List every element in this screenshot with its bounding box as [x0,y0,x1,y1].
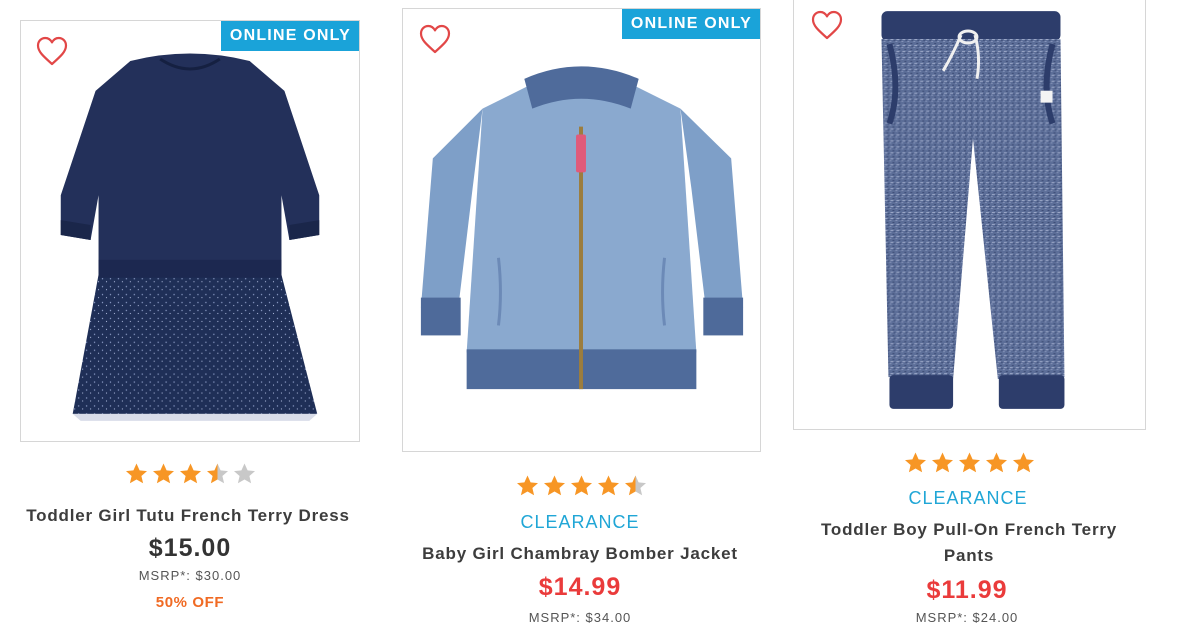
star-full-icon [596,474,621,498]
product-card-french-terry-pants[interactable]: CLEARANCE Toddler Boy Pull-On French Ter… [780,0,1160,633]
star-half-icon [205,462,230,486]
star-full-icon [1011,451,1036,475]
heart-outline-icon[interactable] [418,23,452,55]
product-card-tutu-dress[interactable]: ONLINE ONLY Toddler Girl Tutu French Ter… [0,0,380,633]
msrp-price: MSRP*: $34.00 [528,610,632,625]
heart-outline-icon[interactable] [35,35,69,67]
star-empty-icon [232,462,257,486]
sale-price: $11.99 [926,576,1008,604]
star-full-icon [515,474,540,498]
product-image-frame[interactable] [793,0,1146,430]
star-full-icon [542,474,567,498]
product-image[interactable] [403,9,760,451]
product-card-bomber-jacket[interactable]: ONLINE ONLY CLEARANCE Baby Girl Chambray… [380,0,780,633]
star-full-icon [930,451,955,475]
clearance-label: CLEARANCE [520,512,640,532]
product-image[interactable] [794,0,1145,429]
product-name[interactable]: Baby Girl Chambray Bomber Jacket [380,541,780,567]
msrp-price: MSRP*: $30.00 [138,568,242,583]
msrp-price: MSRP*: $24.00 [915,610,1019,625]
product-price: $15.00 [148,534,232,562]
rating-stars [902,451,1037,475]
product-name[interactable]: Toddler Boy Pull-On French Terry [779,517,1159,543]
star-full-icon [124,462,149,486]
rating-stars [512,474,650,498]
star-full-icon [903,451,928,475]
star-full-icon [178,462,203,486]
online-only-badge: ONLINE ONLY [220,21,359,51]
discount-label: 50% OFF [155,594,225,611]
product-name[interactable]: Toddler Girl Tutu French Terry Dress [0,503,378,529]
product-image-frame[interactable]: ONLINE ONLY [20,20,360,442]
sale-price: $14.99 [538,573,622,601]
online-only-badge: ONLINE ONLY [621,9,760,39]
star-full-icon [151,462,176,486]
star-half-icon [623,474,648,498]
star-full-icon [984,451,1009,475]
rating-stars [123,462,258,486]
heart-outline-icon[interactable] [810,9,844,41]
clearance-label: CLEARANCE [908,488,1028,508]
product-image[interactable] [21,21,359,441]
star-full-icon [569,474,594,498]
product-name-line2[interactable]: Pants [779,543,1159,569]
star-full-icon [957,451,982,475]
product-image-frame[interactable]: ONLINE ONLY [402,8,761,452]
